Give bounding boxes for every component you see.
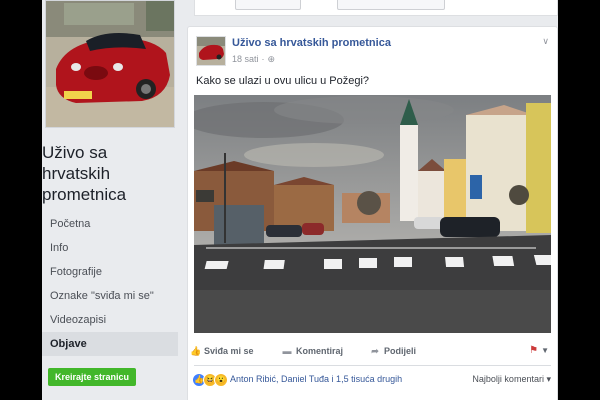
comment-label: Komentiraj (296, 346, 344, 356)
post-options-chevron-icon[interactable]: ∨ (542, 36, 549, 47)
share-button[interactable]: ➦ Podijeli (370, 346, 416, 357)
nav-item-info[interactable]: Info (42, 236, 178, 260)
left-sidebar: Uživo sa hrvatskih prometnica Početna In… (42, 0, 178, 400)
nav-item-home[interactable]: Početna (42, 212, 178, 236)
profile-picture[interactable] (45, 0, 175, 128)
nav-item-likes[interactable]: Oznake "sviđa mi se" (42, 284, 178, 308)
post-timestamp[interactable]: 18 sati · ⊕ (232, 54, 275, 65)
chevron-down-icon: ▼ (541, 346, 549, 355)
create-page-button[interactable]: Kreirajte stranicu (48, 368, 137, 386)
globe-icon: ⊕ (267, 54, 276, 64)
nav-item-posts[interactable]: Objave (42, 332, 178, 356)
previous-post-button-2[interactable] (337, 0, 445, 10)
reaction-names[interactable]: Anton Ribić, Daniel Tuđa i 1,5 tisuća dr… (230, 374, 402, 384)
profile-car-image (46, 1, 174, 127)
post-text: Kako se ulazi u ovu ulicu u Požegi? (196, 75, 370, 87)
post-avatar[interactable] (196, 36, 226, 66)
wow-reaction-icon: 😮 (214, 373, 228, 387)
nav-item-videos[interactable]: Videozapisi (42, 308, 178, 332)
divider (194, 365, 551, 366)
share-label: Podijeli (384, 346, 417, 356)
post-actions: 👍 Sviđa mi se ▬ Komentiraj ➦ Podijeli ⚑ ▼ (188, 340, 558, 364)
page-container: Uživo sa hrvatskih prometnica Početna In… (42, 0, 558, 400)
nav-item-photos[interactable]: Fotografije (42, 260, 178, 284)
comment-button[interactable]: ▬ Komentiraj (282, 346, 344, 356)
chevron-down-icon: ▾ (546, 374, 551, 384)
thumbs-up-icon: 👍 (190, 346, 202, 356)
previous-post-button[interactable] (235, 0, 301, 10)
street-photo-image (194, 95, 551, 333)
separator-dot: · (261, 54, 265, 64)
avatar-car-image (197, 37, 225, 65)
page-nav: Početna Info Fotografije Oznake "sviđa m… (42, 212, 178, 356)
share-icon: ➦ (371, 346, 379, 356)
post-card: Uživo sa hrvatskih prometnica 18 sati · ⊕ … (187, 26, 558, 400)
post-time-text: 18 sati (232, 54, 259, 64)
reaction-menu-button[interactable]: ⚑ ▼ (529, 345, 549, 356)
comment-icon: ▬ (282, 346, 292, 356)
post-author-link[interactable]: Uživo sa hrvatskih prometnica (232, 37, 391, 49)
post-photo[interactable] (194, 95, 551, 333)
like-button[interactable]: 👍 Sviđa mi se (190, 346, 254, 357)
like-label: Sviđa mi se (204, 346, 254, 356)
previous-post-card (194, 0, 558, 16)
flag-icon: ⚑ (529, 345, 539, 356)
comments-sort-label: Najbolji komentari (472, 374, 544, 384)
comments-sort-dropdown[interactable]: Najbolji komentari ▾ (472, 374, 551, 385)
page-title: Uživo sa hrvatskih prometnica (42, 143, 127, 204)
